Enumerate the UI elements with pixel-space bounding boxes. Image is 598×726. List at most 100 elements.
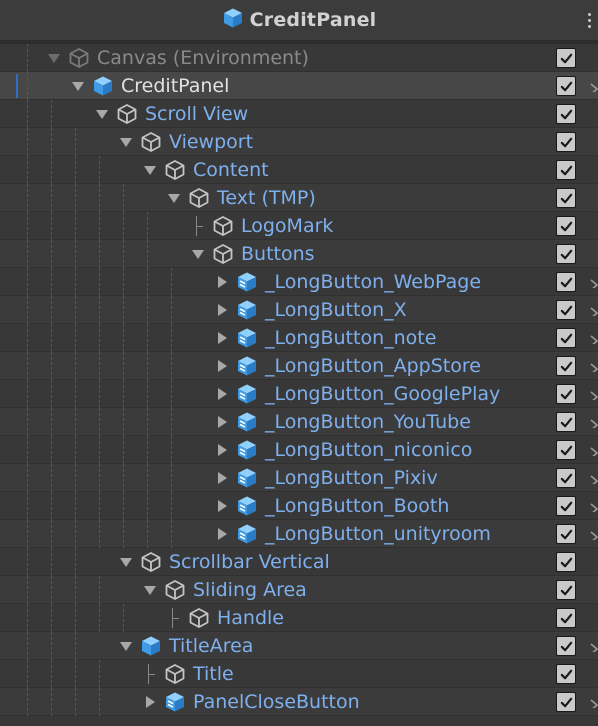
active-toggle-checkbox[interactable] (556, 412, 576, 432)
expand-arrow-icon[interactable] (47, 51, 61, 65)
hierarchy-row[interactable]: Buttons (0, 240, 598, 268)
hierarchy-row[interactable]: _LongButton_AppStore (0, 352, 598, 380)
active-toggle-checkbox[interactable] (556, 132, 576, 152)
collapsed-arrow-icon[interactable] (215, 387, 229, 401)
indent-guide (123, 324, 124, 352)
active-toggle-checkbox[interactable] (556, 160, 576, 180)
chevron-right-icon[interactable] (590, 360, 598, 372)
indent-guide (27, 268, 28, 296)
kebab-menu-icon[interactable] (584, 9, 594, 31)
indent-guide (75, 520, 76, 548)
hierarchy-row[interactable]: Content (0, 156, 598, 184)
expand-arrow-icon[interactable] (71, 79, 85, 93)
indent-guide (123, 408, 124, 436)
collapsed-arrow-icon[interactable] (215, 359, 229, 373)
chevron-right-icon[interactable] (590, 276, 598, 288)
active-toggle-checkbox[interactable] (556, 524, 576, 544)
indent-guide (75, 632, 76, 660)
active-toggle-checkbox[interactable] (556, 608, 576, 628)
indent-guide (171, 268, 172, 296)
chevron-right-icon[interactable] (590, 696, 598, 708)
chevron-right-icon[interactable] (590, 332, 598, 344)
collapsed-arrow-icon[interactable] (215, 331, 229, 345)
active-toggle-checkbox[interactable] (556, 356, 576, 376)
hierarchy-row[interactable]: CreditPanel (0, 72, 598, 100)
active-toggle-checkbox[interactable] (556, 216, 576, 236)
hierarchy-row[interactable]: _LongButton_note (0, 324, 598, 352)
hierarchy-row[interactable]: Scrollbar Vertical (0, 548, 598, 576)
hierarchy-row[interactable]: Scroll View (0, 100, 598, 128)
active-toggle-checkbox[interactable] (556, 244, 576, 264)
active-toggle-checkbox[interactable] (556, 48, 576, 68)
active-toggle-checkbox[interactable] (556, 468, 576, 488)
hierarchy-item-label: Canvas (Environment) (97, 47, 309, 69)
active-toggle-checkbox[interactable] (556, 76, 576, 96)
gameobject-icon (140, 551, 162, 573)
hierarchy-row[interactable]: _LongButton_Booth (0, 492, 598, 520)
collapsed-arrow-icon[interactable] (215, 415, 229, 429)
collapsed-arrow-icon[interactable] (215, 275, 229, 289)
hierarchy-row[interactable]: _LongButton_unityroom (0, 520, 598, 548)
chevron-right-icon[interactable] (590, 388, 598, 400)
chevron-right-icon[interactable] (590, 80, 598, 92)
active-toggle-checkbox[interactable] (556, 496, 576, 516)
chevron-right-icon[interactable] (590, 640, 598, 652)
prefab-breadcrumb[interactable]: CreditPanel (0, 0, 598, 40)
active-toggle-checkbox[interactable] (556, 664, 576, 684)
collapsed-arrow-icon[interactable] (143, 695, 157, 709)
indent-guide (123, 352, 124, 380)
hierarchy-row[interactable]: _LongButton_Pixiv (0, 464, 598, 492)
hierarchy-row[interactable]: _LongButton_YouTube (0, 408, 598, 436)
expand-arrow-icon[interactable] (191, 247, 205, 261)
hierarchy-row[interactable]: _LongButton_niconico (0, 436, 598, 464)
hierarchy-row[interactable]: _LongButton_X (0, 296, 598, 324)
hierarchy-row[interactable]: Canvas (Environment) (0, 44, 598, 72)
active-toggle-checkbox[interactable] (556, 328, 576, 348)
expand-arrow-icon[interactable] (143, 583, 157, 597)
hierarchy-row[interactable]: TitleArea (0, 632, 598, 660)
chevron-right-icon[interactable] (590, 500, 598, 512)
active-toggle-checkbox[interactable] (556, 384, 576, 404)
expand-arrow-icon[interactable] (119, 555, 133, 569)
prefab-cube-icon (222, 7, 244, 33)
indent-guide (123, 184, 124, 212)
hierarchy-row[interactable]: _LongButton_GooglePlay (0, 380, 598, 408)
active-toggle-checkbox[interactable] (556, 580, 576, 600)
collapsed-arrow-icon[interactable] (215, 471, 229, 485)
active-toggle-checkbox[interactable] (556, 692, 576, 712)
hierarchy-row[interactable]: PanelCloseButton (0, 688, 598, 716)
hierarchy-row[interactable]: _LongButton_WebPage (0, 268, 598, 296)
hierarchy-row[interactable]: Viewport (0, 128, 598, 156)
active-toggle-checkbox[interactable] (556, 440, 576, 460)
indent-guide (75, 324, 76, 352)
indent-guide (147, 296, 148, 324)
collapsed-arrow-icon[interactable] (215, 527, 229, 541)
active-toggle-checkbox[interactable] (556, 272, 576, 292)
expand-arrow-icon[interactable] (119, 639, 133, 653)
expand-arrow-icon[interactable] (143, 163, 157, 177)
hierarchy-row[interactable]: Text (TMP) (0, 184, 598, 212)
chevron-right-icon[interactable] (590, 472, 598, 484)
expand-arrow-icon[interactable] (119, 135, 133, 149)
hierarchy-row[interactable]: Sliding Area (0, 576, 598, 604)
chevron-right-icon[interactable] (590, 304, 598, 316)
active-toggle-checkbox[interactable] (556, 300, 576, 320)
active-toggle-checkbox[interactable] (556, 188, 576, 208)
collapsed-arrow-icon[interactable] (215, 303, 229, 317)
collapsed-arrow-icon[interactable] (215, 499, 229, 513)
chevron-right-icon[interactable] (590, 444, 598, 456)
indent-guide (51, 268, 52, 296)
chevron-right-icon[interactable] (590, 416, 598, 428)
expand-arrow-icon[interactable] (95, 107, 109, 121)
chevron-right-icon[interactable] (590, 528, 598, 540)
active-toggle-checkbox[interactable] (556, 552, 576, 572)
active-toggle-checkbox[interactable] (556, 636, 576, 656)
hierarchy-row[interactable]: Title (0, 660, 598, 688)
collapsed-arrow-icon[interactable] (215, 443, 229, 457)
indent-guide (75, 380, 76, 408)
hierarchy-row[interactable]: Handle (0, 604, 598, 632)
hierarchy-row[interactable]: LogoMark (0, 212, 598, 240)
indent-guide (147, 436, 148, 464)
active-toggle-checkbox[interactable] (556, 104, 576, 124)
expand-arrow-icon[interactable] (167, 191, 181, 205)
